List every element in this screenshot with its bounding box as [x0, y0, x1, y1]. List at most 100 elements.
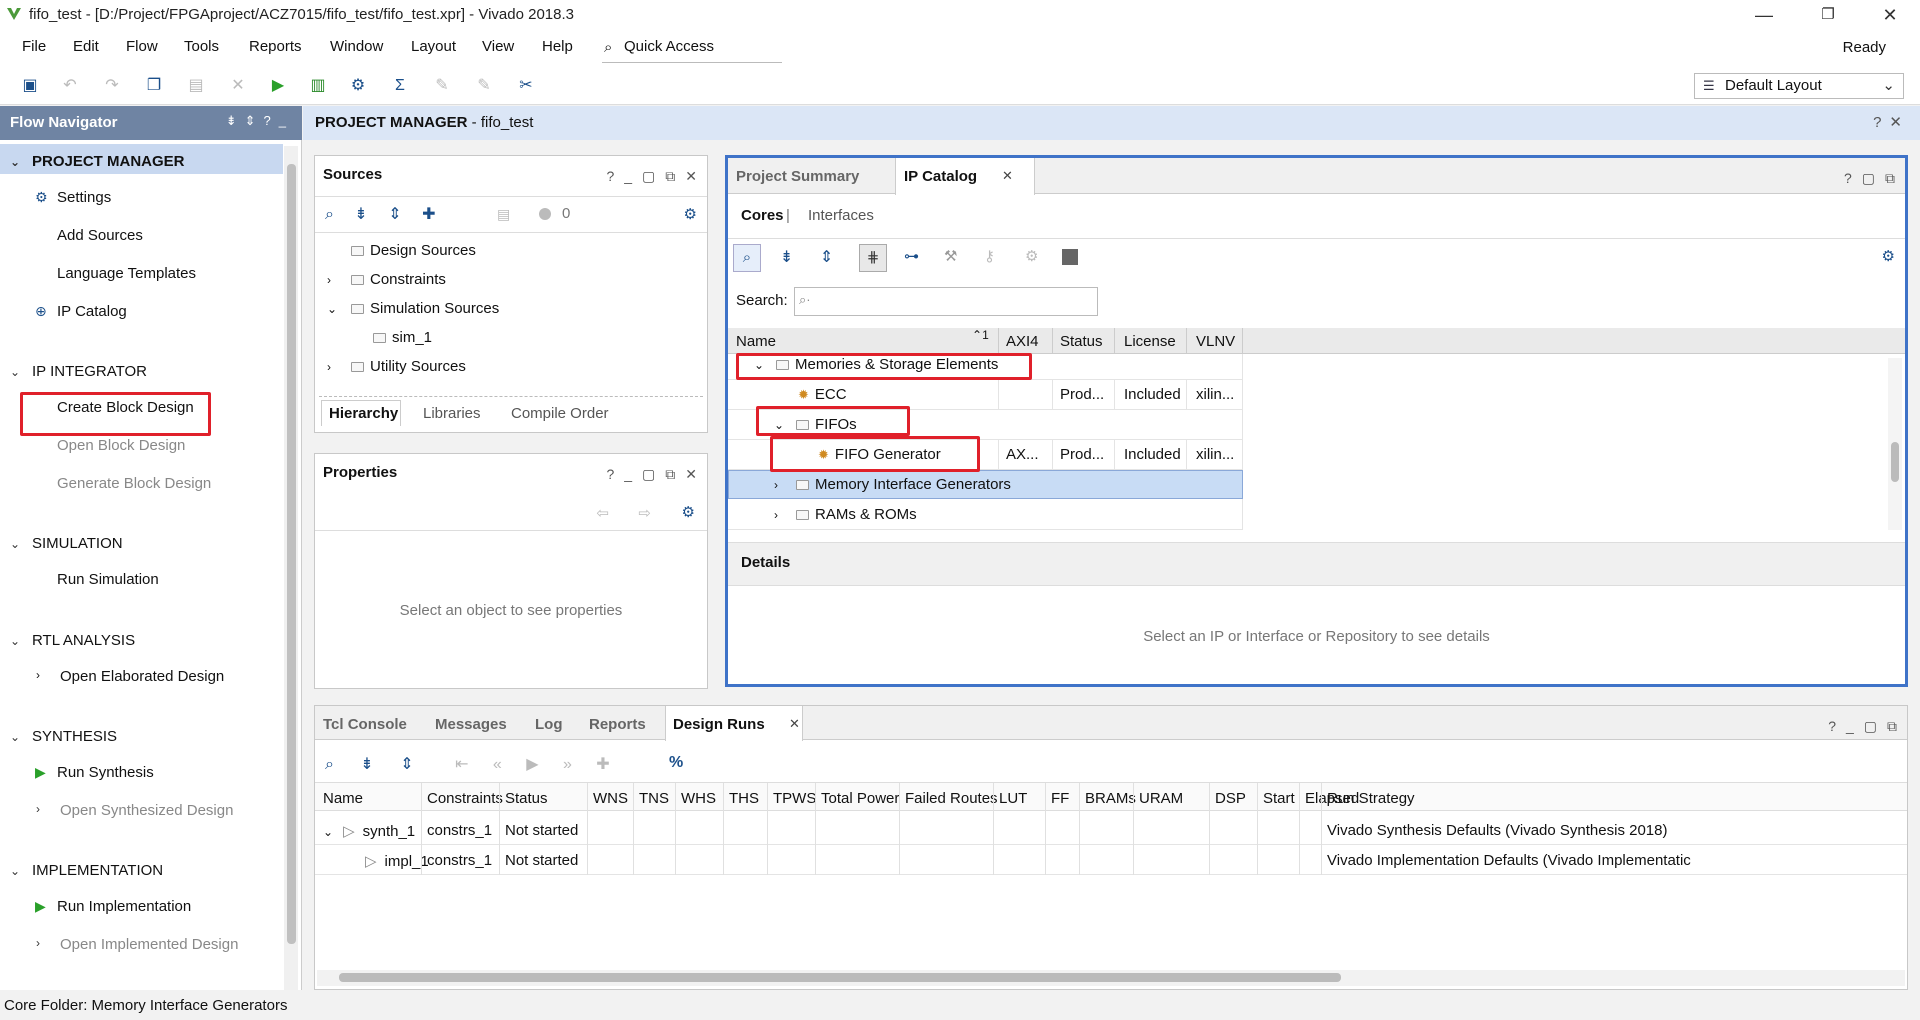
sources-toolbar[interactable]: ⌕ ⇟ ⇕ ✚ — [325, 204, 436, 224]
scrollbar-thumb[interactable] — [339, 973, 1341, 982]
undo-icon[interactable]: ↶ — [60, 76, 80, 96]
runs-col-lut[interactable]: LUT — [999, 790, 1027, 807]
close-tab-icon[interactable]: ✕ — [1002, 168, 1013, 184]
restore-button[interactable]: ❐ — [1808, 2, 1848, 28]
tab-ip-catalog[interactable]: IP Catalog — [904, 168, 977, 185]
panel-controls[interactable]: ?_▢⧉ — [1828, 718, 1907, 735]
runs-col-status[interactable]: Status — [505, 790, 548, 807]
hierarchy-icon[interactable]: ⊶ — [904, 247, 919, 265]
ip-gear-icon[interactable]: ⚙ — [1882, 247, 1895, 265]
header-icons[interactable]: ⇟⇕?_ — [226, 113, 294, 129]
back-arrow-icon[interactable]: ⇦ — [596, 504, 609, 522]
percent-icon[interactable]: % — [669, 754, 683, 772]
section-implementation[interactable]: ⌄ IMPLEMENTATION — [10, 862, 163, 879]
menu-help[interactable]: Help — [542, 38, 573, 55]
runs-col-tpws[interactable]: TPWS — [773, 790, 816, 807]
runs-col-constraints[interactable]: Constraints — [427, 790, 503, 807]
copy-icon[interactable]: ❐ — [144, 76, 164, 96]
tab-tcl-console[interactable]: Tcl Console — [323, 716, 407, 733]
hierarchy-update-icon[interactable]: ▤ — [497, 206, 510, 223]
runs-col-total-power[interactable]: Total Power — [821, 790, 899, 807]
nav-language-templates[interactable]: Language Templates — [57, 265, 196, 282]
runs-col-run-strategy[interactable]: Run Strategy — [1327, 790, 1415, 807]
runs-col-brams[interactable]: BRAMs — [1085, 790, 1136, 807]
nav-ip-catalog[interactable]: ⊕ IP Catalog — [35, 303, 127, 320]
col-name[interactable]: Name — [736, 333, 776, 350]
tab-project-summary[interactable]: Project Summary — [736, 168, 859, 185]
nav-run-simulation[interactable]: Run Simulation — [57, 571, 159, 588]
show-tree-icon[interactable]: ⋕ — [859, 244, 887, 272]
ip-toolbar[interactable]: ⇟ ⇕ — [780, 247, 833, 267]
nav-open-synthesized-design[interactable]: › Open Synthesized Design — [36, 802, 233, 819]
section-rtl-analysis[interactable]: ⌄ RTL ANALYSIS — [10, 632, 135, 649]
wrench-icon[interactable]: ⚒ — [944, 247, 957, 265]
nav-open-block-design[interactable]: Open Block Design — [57, 437, 185, 454]
row-ecc[interactable]: ✹ ECC — [798, 386, 847, 403]
runs-col-wns[interactable]: WNS — [593, 790, 628, 807]
menu-reports[interactable]: Reports — [249, 38, 302, 55]
settings-gear-icon[interactable]: ⚙ — [348, 76, 368, 96]
tab-reports[interactable]: Reports — [589, 716, 646, 733]
runs-nav-icons[interactable]: ⇤ « ▶ » ✚ — [455, 754, 610, 774]
menu-view[interactable]: View — [482, 38, 514, 55]
section-ip-integrator[interactable]: ⌄ IP INTEGRATOR — [10, 363, 147, 380]
scrollbar-thumb[interactable] — [1891, 442, 1899, 482]
tab-design-runs[interactable]: Design Runs — [673, 716, 765, 733]
scrollbar-thumb[interactable] — [287, 164, 296, 944]
menu-flow[interactable]: Flow — [126, 38, 158, 55]
section-synthesis[interactable]: ⌄ SYNTHESIS — [10, 728, 117, 745]
runs-col-start[interactable]: Start — [1263, 790, 1295, 807]
nav-settings[interactable]: ⚙ Settings — [35, 189, 111, 206]
panel-controls[interactable]: ?▢⧉ — [1844, 170, 1905, 187]
close-tab-icon[interactable]: ✕ — [789, 716, 800, 732]
runs-col-dsp[interactable]: DSP — [1215, 790, 1246, 807]
nav-generate-block-design[interactable]: Generate Block Design — [57, 475, 211, 492]
tree-simulation-sources[interactable]: ⌄ Simulation Sources — [327, 300, 499, 317]
row-rams-roms[interactable]: › RAMs & ROMs — [774, 506, 917, 523]
tab-cores[interactable]: Cores — [741, 207, 784, 224]
runs-col-uram[interactable]: URAM — [1139, 790, 1183, 807]
minimize-button[interactable]: — — [1744, 2, 1784, 28]
nav-run-synthesis[interactable]: ▶ Run Synthesis — [35, 764, 154, 781]
tab-messages[interactable]: Messages — [435, 716, 507, 733]
layout-select[interactable]: ☰ Default Layout ⌄ — [1694, 73, 1904, 99]
tree-design-sources[interactable]: Design Sources — [351, 242, 476, 259]
redo-icon[interactable]: ↷ — [102, 76, 122, 96]
runs-col-failed-routes[interactable]: Failed Routes — [905, 790, 998, 807]
ip-search-input[interactable]: ⌕· — [794, 287, 1098, 316]
menu-file[interactable]: File — [22, 38, 46, 55]
col-license[interactable]: License — [1124, 333, 1176, 350]
tab-interfaces[interactable]: Interfaces — [808, 207, 874, 224]
paste-icon[interactable]: ▤ — [186, 76, 206, 96]
delete-icon[interactable]: ✕ — [228, 76, 248, 96]
col-axi4[interactable]: AXI4 — [1006, 333, 1039, 350]
tree-utility-sources[interactable]: › Utility Sources — [327, 358, 466, 375]
runs-col-ff[interactable]: FF — [1051, 790, 1069, 807]
runs-col-ths[interactable]: THS — [729, 790, 759, 807]
runs-col-whs[interactable]: WHS — [681, 790, 716, 807]
debug-icon[interactable]: ✎ — [432, 76, 452, 96]
run-row-synth[interactable]: ⌄ ▷ synth_1 — [323, 822, 415, 840]
probe-icon[interactable]: ✎ — [474, 76, 494, 96]
tab-compile-order[interactable]: Compile Order — [511, 405, 609, 422]
nav-run-implementation[interactable]: ▶ Run Implementation — [35, 898, 191, 915]
nav-create-block-design[interactable]: Create Block Design — [57, 399, 194, 416]
runs-col-name[interactable]: Name — [323, 790, 363, 807]
tree-constraints[interactable]: › Constraints — [327, 271, 446, 288]
col-status[interactable]: Status — [1060, 333, 1103, 350]
close-window-button[interactable]: ✕ — [1870, 2, 1910, 28]
nav-open-implemented-design[interactable]: › Open Implemented Design — [36, 936, 238, 953]
menu-edit[interactable]: Edit — [73, 38, 99, 55]
wand-icon[interactable]: ✂ — [516, 76, 536, 96]
row-memory-interface-generators[interactable]: › Memory Interface Generators — [774, 476, 1011, 493]
menu-window[interactable]: Window — [330, 38, 383, 55]
search-icon[interactable]: ⌕ — [733, 244, 761, 272]
tab-libraries[interactable]: Libraries — [423, 405, 481, 422]
panel-controls[interactable]: ?_▢⧉✕ — [606, 168, 707, 185]
program-device-icon[interactable]: ▥ — [308, 76, 328, 96]
sigma-icon[interactable]: Σ — [390, 76, 410, 96]
tab-hierarchy[interactable]: Hierarchy — [329, 405, 398, 422]
open-project-icon[interactable]: ▣ — [20, 76, 40, 96]
nav-open-elaborated-design[interactable]: › Open Elaborated Design — [36, 668, 224, 685]
section-simulation[interactable]: ⌄ SIMULATION — [10, 535, 123, 552]
